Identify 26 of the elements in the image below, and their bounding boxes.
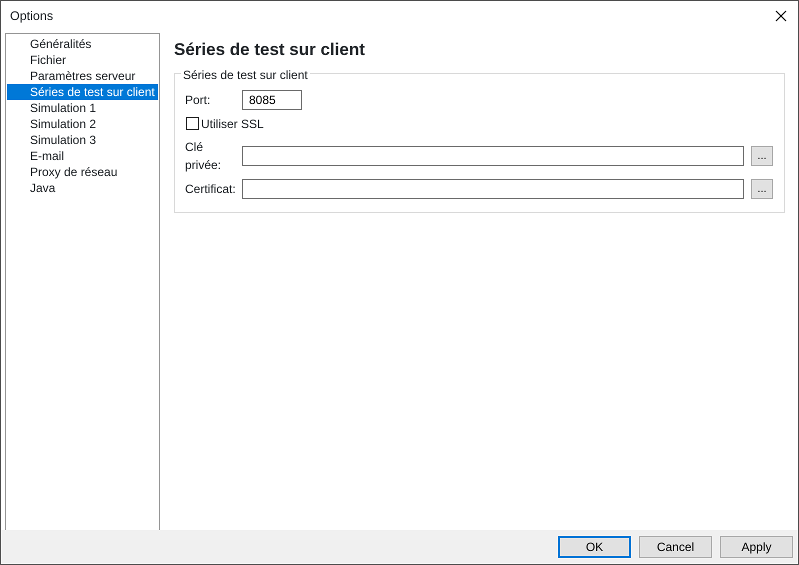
dialog-button[interactable]: Cancel <box>639 536 712 558</box>
file-path-field[interactable] <box>242 146 744 166</box>
browse-button[interactable]: ... <box>751 178 773 198</box>
sidebar-item[interactable]: Java <box>7 180 158 196</box>
port-field[interactable]: 8085 <box>242 90 302 110</box>
checkbox-label: Utiliser SSL <box>201 116 264 132</box>
sidebar-item[interactable]: E-mail <box>7 148 158 164</box>
sidebar-item[interactable]: Fichier <box>7 52 158 68</box>
sidebar-item[interactable]: Séries de test sur client <box>7 84 158 100</box>
field-label: Port: <box>185 92 212 108</box>
sidebar-item[interactable]: Proxy de réseau <box>7 164 158 180</box>
page-heading: Séries de test sur client <box>174 39 366 61</box>
browse-button[interactable]: ... <box>751 146 773 166</box>
sidebar-item[interactable]: Généralités <box>7 36 158 52</box>
close-icon[interactable] <box>773 8 789 24</box>
window-title: Options <box>10 8 54 25</box>
ssl-checkbox[interactable] <box>186 117 199 130</box>
dialog-button[interactable]: OK <box>558 536 631 558</box>
sidebar-item[interactable]: Simulation 2 <box>7 116 158 132</box>
sidebar-item[interactable]: Simulation 1 <box>7 100 158 116</box>
dialog-button[interactable]: Apply <box>720 536 793 558</box>
field-label: Clé privée: <box>185 138 222 174</box>
sidebar-item[interactable]: Paramètres serveur <box>7 68 158 84</box>
field-label: Certificat: <box>185 180 237 198</box>
sidebar-item[interactable]: Simulation 3 <box>7 132 158 148</box>
file-path-field[interactable] <box>242 178 744 198</box>
